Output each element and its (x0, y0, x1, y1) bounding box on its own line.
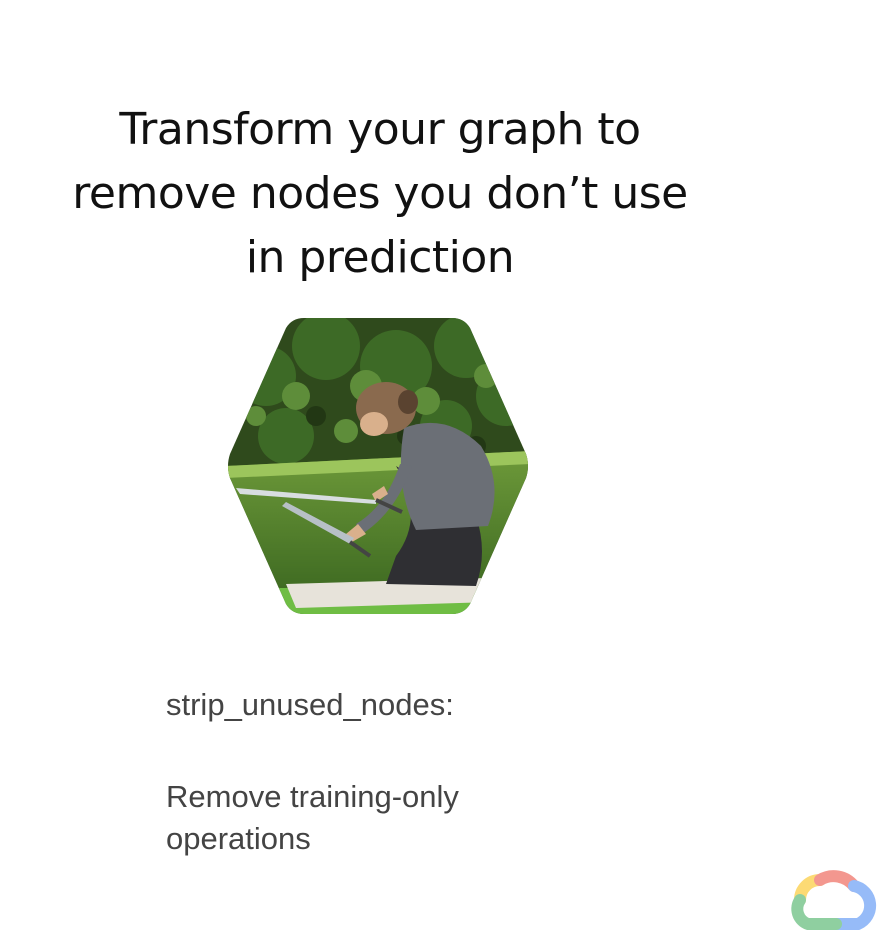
caption-body: Remove training-only operations (166, 776, 459, 860)
slide-title-line: remove nodes you don’t use (72, 168, 688, 219)
caption-body-line: Remove training-only (166, 779, 459, 814)
slide-title: Transform your graph to remove nodes you… (20, 98, 740, 290)
caption-title: strip_unused_nodes: (166, 687, 454, 722)
caption-body-line: operations (166, 821, 311, 856)
slide-title-line: Transform your graph to (119, 104, 641, 155)
slide-title-line: in prediction (245, 232, 515, 283)
hedge-trimming-photo (228, 318, 528, 614)
google-cloud-icon (791, 870, 877, 930)
